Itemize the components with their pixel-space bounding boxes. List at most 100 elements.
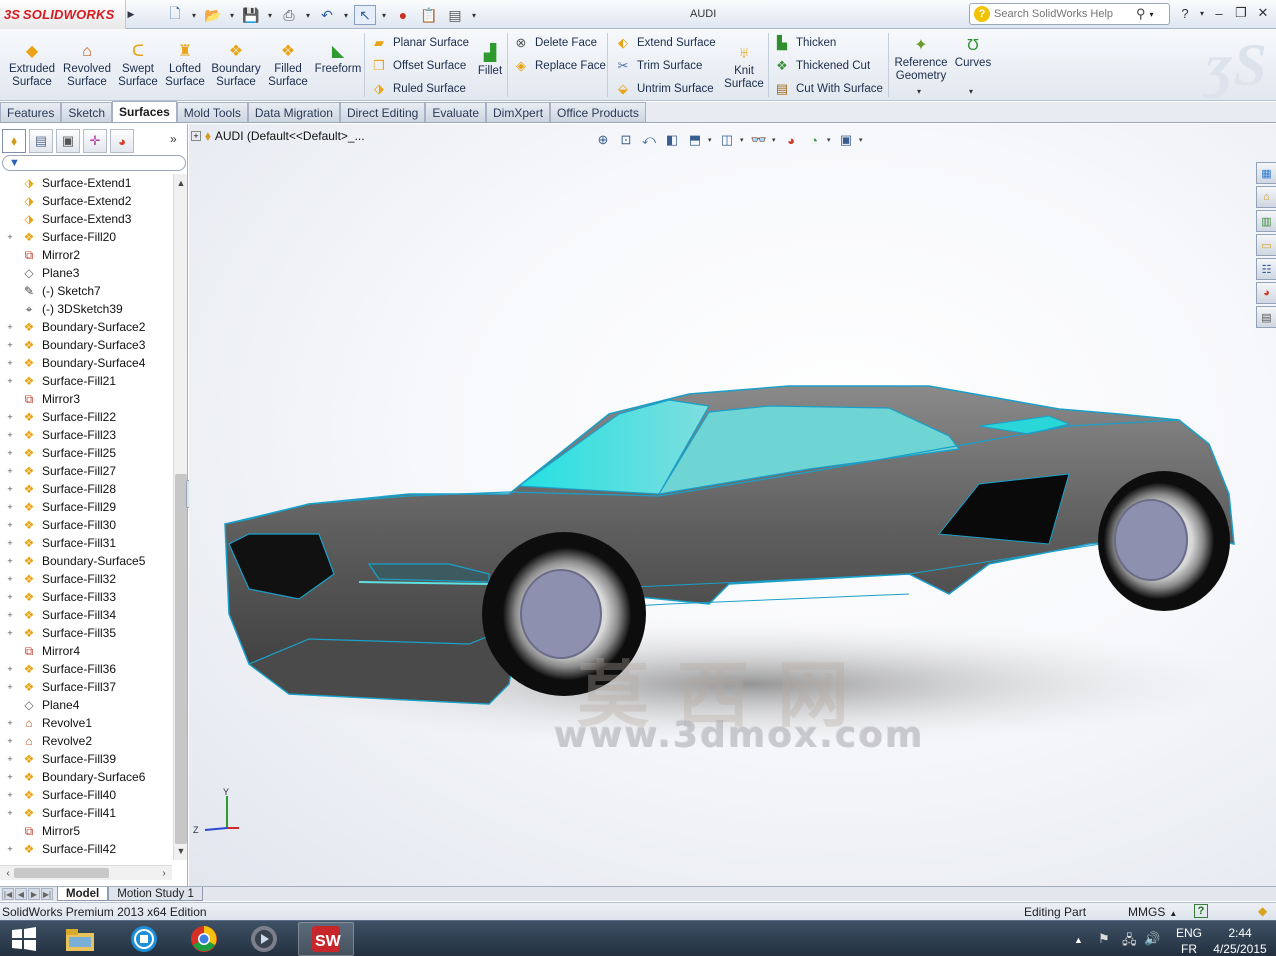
expand-icon[interactable]: + [4,591,16,603]
curves-button[interactable]: Ʊ Curves [953,35,993,70]
volume-icon[interactable]: 🔊 [1144,931,1160,947]
scroll-thumb[interactable] [14,868,109,878]
search-input[interactable] [994,8,1134,20]
save-icon[interactable]: 💾 [240,5,262,25]
tree-item[interactable]: + ❖ Surface-Fill40 [0,786,172,804]
last-tab-icon[interactable]: ▶| [41,888,53,900]
file-properties-icon[interactable]: 📋 [418,5,440,25]
reference-geometry-button[interactable]: ✦ Reference Geometry [893,35,949,83]
swept-surface-button[interactable]: ᑕ Swept Surface [117,41,159,89]
knit-surface-button[interactable]: ♅ Knit Surface [722,43,766,91]
options-icon[interactable]: ▤ [444,5,466,25]
freeform-button[interactable]: ◣ Freeform [314,41,362,76]
clock[interactable]: 2:44 4/25/2015 [1212,925,1268,956]
expand-icon[interactable]: + [4,843,16,855]
tree-item[interactable]: ⧉ Mirror2 [0,246,172,264]
scroll-up-icon[interactable]: ▲ [174,176,188,190]
taskbar-chrome[interactable] [176,922,232,956]
new-document-icon[interactable]: 🗋 [164,5,186,25]
tree-item[interactable]: + ❖ Surface-Fill39 [0,750,172,768]
configuration-manager-tab-icon[interactable]: ▣ [56,129,80,153]
chevron-down-icon[interactable]: ▾ [1198,4,1206,22]
help-search-box[interactable]: ? ⚲ ▾ [969,3,1170,25]
expand-icon[interactable]: + [4,339,16,351]
chevron-down-icon[interactable]: ▾ [470,11,478,20]
feature-manager-tab-icon[interactable]: ⬧ [2,129,26,153]
close-icon[interactable]: ✕ [1254,4,1272,22]
display-manager-tab-icon[interactable]: ◕ [110,129,134,153]
tree-item[interactable]: ⧉ Mirror3 [0,390,172,408]
show-hidden-icons-icon[interactable]: ▲ [1074,935,1083,945]
tab-sketch[interactable]: Sketch [61,102,113,122]
car-model[interactable] [189,124,1276,886]
expand-icon[interactable]: + [4,771,16,783]
expand-icon[interactable]: + [4,465,16,477]
fillet-button[interactable]: ▟ Fillet [474,43,506,78]
chevron-down-icon[interactable]: ▾ [228,11,236,20]
tab-mold-tools[interactable]: Mold Tools [176,102,248,122]
planar-surface-button[interactable]: ▰ Planar Surface [370,33,469,53]
offset-surface-button[interactable]: ❒ Offset Surface [370,56,466,76]
action-center-flag-icon[interactable]: ⚑ [1098,931,1110,947]
revolved-surface-button[interactable]: ⌂ Revolved Surface [62,41,112,89]
filled-surface-button[interactable]: ❖ Filled Surface [266,41,310,89]
tree-item[interactable]: ⧉ Mirror4 [0,642,172,660]
solidworks-menu-button[interactable]: 3S SOLIDWORKS [0,0,126,29]
expand-icon[interactable]: + [4,753,16,765]
scroll-thumb[interactable] [175,474,187,844]
expand-icon[interactable]: + [4,537,16,549]
restore-icon[interactable]: ❐ [1232,4,1250,22]
cut-with-surface-button[interactable]: ▤ Cut With Surface [773,79,883,99]
rebuild-traffic-light-icon[interactable]: ● [392,5,414,25]
boundary-surface-button[interactable]: ❖ Boundary Surface [211,41,261,89]
chevron-down-icon[interactable]: ▾ [969,87,973,96]
thickened-cut-button[interactable]: ❖ Thickened Cut [773,56,870,76]
tree-item[interactable]: + ❖ Surface-Fill41 [0,804,172,822]
chevron-down-icon[interactable]: ▾ [380,11,388,20]
tree-item[interactable]: + ❖ Boundary-Surface3 [0,336,172,354]
delete-face-button[interactable]: ⊗ Delete Face [512,33,597,53]
tree-vertical-scrollbar[interactable]: ▲ ▼ [173,174,187,860]
tree-filter-box[interactable]: ▼ [2,155,186,171]
lofted-surface-button[interactable]: ♜ Lofted Surface [164,41,206,89]
tree-item[interactable]: + ❖ Surface-Fill32 [0,570,172,588]
menu-flyout-arrow-icon[interactable]: ▶ [126,0,136,29]
taskbar-media-center[interactable] [116,922,172,956]
expand-icon[interactable]: + [4,789,16,801]
expand-icon[interactable]: + [4,501,16,513]
expand-icon[interactable]: + [4,681,16,693]
search-icon[interactable]: ⚲ [1136,6,1146,22]
extruded-surface-button[interactable]: ◆ Extruded Surface [8,41,56,89]
help-icon[interactable]: ? [1194,904,1208,918]
tree-item[interactable]: + ❖ Surface-Fill35 [0,624,172,642]
tree-item[interactable]: ⧉ Mirror5 [0,822,172,840]
expand-icon[interactable]: + [4,609,16,621]
replace-face-button[interactable]: ◈ Replace Face [512,56,606,76]
expand-icon[interactable]: + [4,807,16,819]
scroll-right-icon[interactable]: › [158,866,170,881]
next-tab-icon[interactable]: ▶ [28,888,40,900]
tree-item[interactable]: ⬗ Surface-Extend1 [0,174,172,192]
expand-icon[interactable]: + [4,573,16,585]
start-button[interactable] [6,923,42,955]
graphics-viewport[interactable]: + ⬧ AUDI (Default<<Default>_... ⊕ ⊡ ⤺ ◧ … [189,124,1276,886]
chevron-down-icon[interactable]: ▾ [266,11,274,20]
trim-surface-button[interactable]: ✂ Trim Surface [614,56,703,76]
expand-icon[interactable]: + [4,375,16,387]
tree-item[interactable]: + ❖ Surface-Fill29 [0,498,172,516]
tab-data-migration[interactable]: Data Migration [247,102,340,122]
print-icon[interactable]: ⎙ [278,5,300,25]
tree-item[interactable]: ⬗ Surface-Extend2 [0,192,172,210]
expand-icon[interactable]: + [4,321,16,333]
expand-icon[interactable]: + [4,735,16,747]
expand-icon[interactable]: + [4,717,16,729]
tag-icon[interactable]: ◆ [1258,904,1267,918]
tree-item[interactable]: + ❖ Surface-Fill25 [0,444,172,462]
expand-icon[interactable]: + [4,627,16,639]
expand-icon[interactable]: + [4,231,16,243]
tree-item[interactable]: ✎ (-) Sketch7 [0,282,172,300]
scroll-down-icon[interactable]: ▼ [174,844,188,858]
more-tabs-icon[interactable]: » [170,132,177,146]
untrim-surface-button[interactable]: ⬙ Untrim Surface [614,79,714,99]
expand-icon[interactable]: + [4,411,16,423]
